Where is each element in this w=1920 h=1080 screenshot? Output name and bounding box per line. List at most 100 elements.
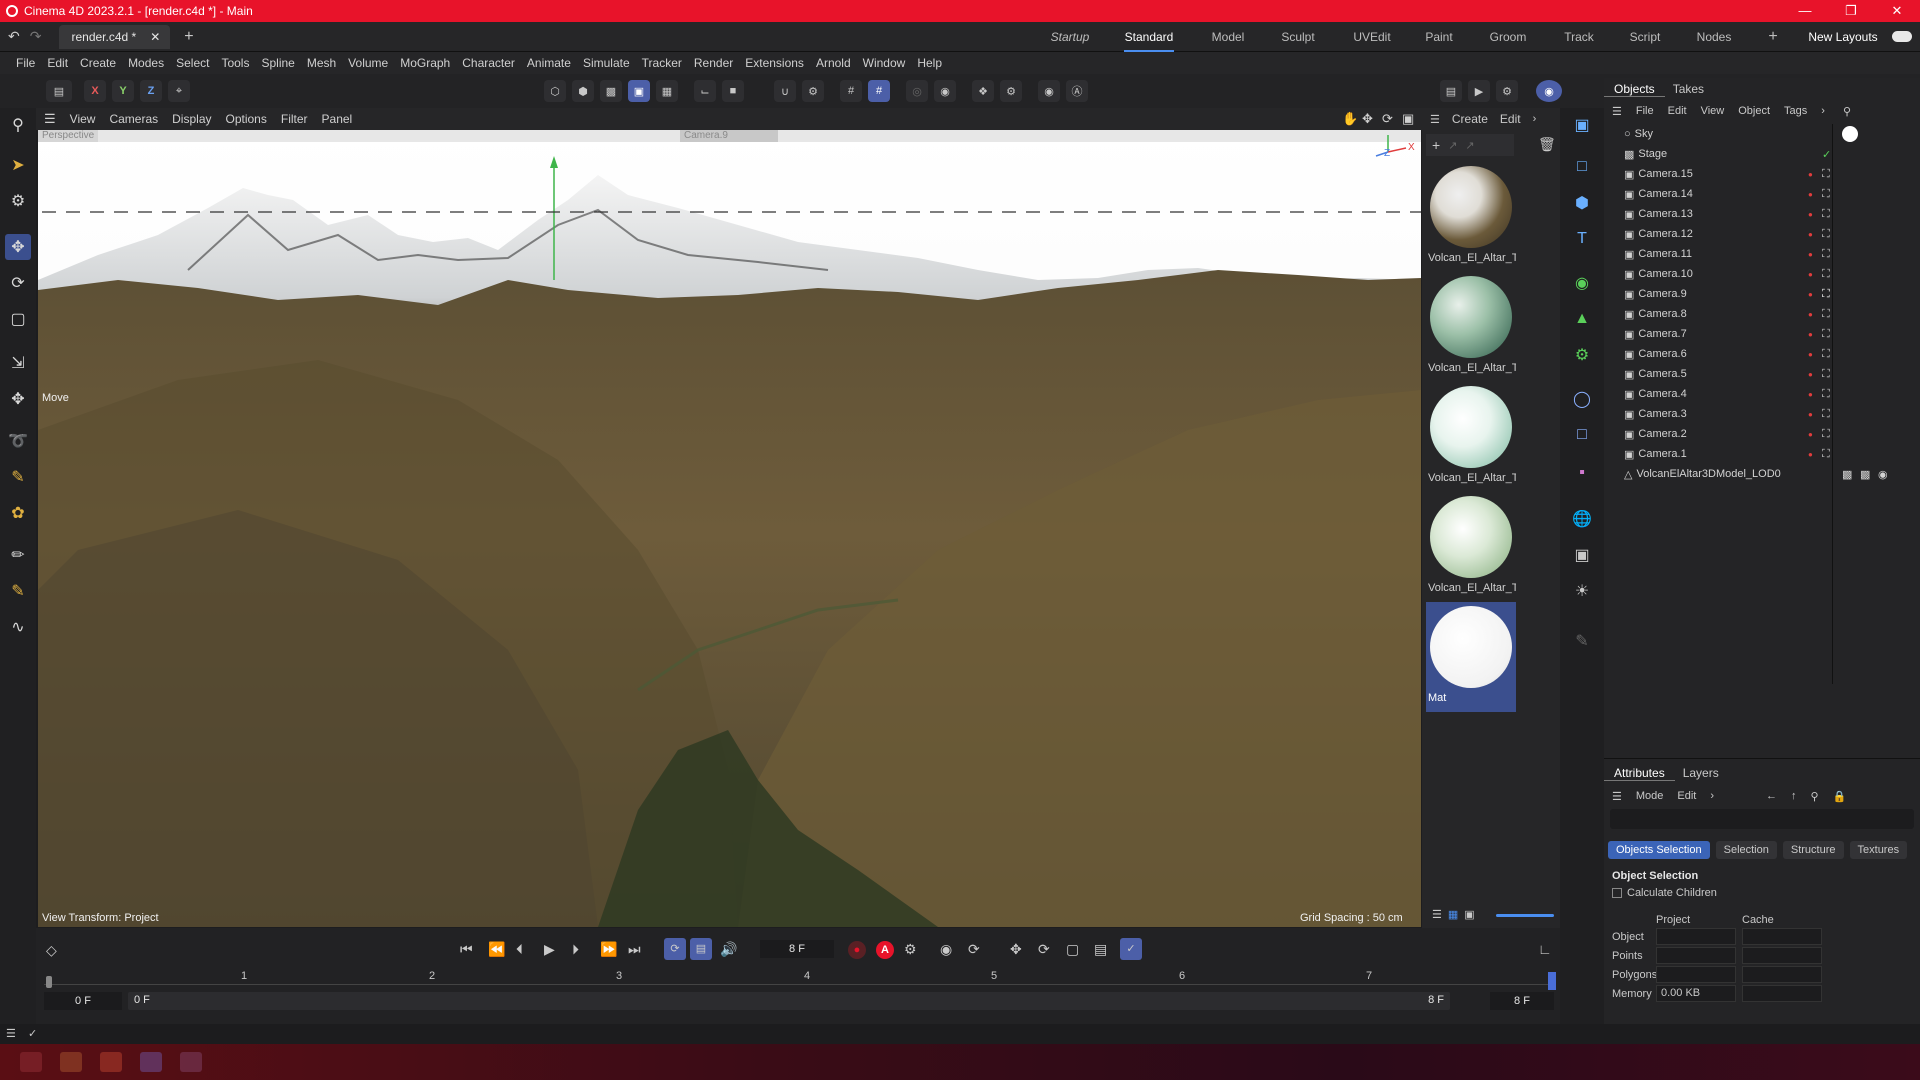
menu-edit[interactable]: Edit bbox=[41, 56, 74, 70]
tag-icon[interactable]: ✎ bbox=[1569, 628, 1595, 654]
grid-icon[interactable]: # bbox=[840, 80, 862, 102]
more-menu-icon[interactable]: › bbox=[1821, 105, 1825, 117]
visibility-dots-icon[interactable]: ● bbox=[1808, 330, 1813, 339]
rotate-tool-icon[interactable]: ⟳ bbox=[5, 270, 31, 296]
camera-target-icon[interactable]: ⛶ bbox=[1822, 368, 1830, 381]
menu-create[interactable]: Create bbox=[74, 56, 122, 70]
camera-target-icon[interactable]: ⛶ bbox=[1822, 228, 1830, 241]
material-menu-edit[interactable]: Edit bbox=[1500, 112, 1521, 126]
sky-tag-icon[interactable] bbox=[1842, 126, 1858, 142]
material-swatch-selected[interactable]: Mat bbox=[1426, 602, 1516, 712]
grid-view-icon[interactable]: ▦ bbox=[1448, 908, 1458, 921]
more-menu-icon[interactable]: › bbox=[1533, 113, 1537, 125]
tab-objects[interactable]: Objects bbox=[1604, 82, 1665, 97]
camera-target-icon[interactable]: ⛶ bbox=[1822, 188, 1830, 201]
menu-volume[interactable]: Volume bbox=[342, 56, 394, 70]
thumbnail-size-slider[interactable] bbox=[1496, 914, 1554, 917]
timeline-ruler[interactable]: 1 2 3 4 5 6 7 bbox=[44, 970, 1556, 994]
spline-tool-icon[interactable]: ∿ bbox=[5, 614, 31, 640]
layout-sculpt[interactable]: Sculpt bbox=[1280, 22, 1316, 52]
render-view-button[interactable]: ▤ bbox=[1440, 80, 1462, 102]
tab-attributes[interactable]: Attributes bbox=[1604, 766, 1675, 781]
subtab-textures[interactable]: Textures bbox=[1849, 841, 1908, 859]
render-settings-button[interactable]: ⚙ bbox=[1496, 80, 1518, 102]
material-menu-icon[interactable]: ☰ bbox=[1430, 113, 1440, 126]
redo-icon[interactable]: ↷ bbox=[30, 28, 42, 45]
object-row[interactable]: ▣ Camera.14 ● ⛶ bbox=[1604, 184, 1920, 204]
visibility-dots-icon[interactable]: ● bbox=[1808, 230, 1813, 239]
camera-target-icon[interactable]: ⛶ bbox=[1822, 168, 1830, 181]
object-menu-icon[interactable]: ☰ bbox=[1612, 105, 1622, 118]
object-row[interactable]: ▣ Camera.13 ● ⛶ bbox=[1604, 204, 1920, 224]
text-icon[interactable]: T bbox=[1569, 226, 1595, 252]
object-menu-view[interactable]: View bbox=[1701, 105, 1725, 117]
spline-icon[interactable]: ▪ bbox=[1569, 460, 1595, 486]
key-position-icon[interactable]: ✥ bbox=[1010, 941, 1022, 958]
subtab-objects-selection[interactable]: Objects Selection bbox=[1608, 841, 1710, 859]
mograph-icon[interactable]: ▲ bbox=[1569, 306, 1595, 332]
keyframe-icon[interactable]: ◇ bbox=[46, 942, 57, 959]
menu-help[interactable]: Help bbox=[911, 56, 948, 70]
camera-icon[interactable]: ▣ bbox=[1569, 542, 1595, 568]
menu-render[interactable]: Render bbox=[688, 56, 739, 70]
document-tab[interactable]: render.c4d * ✕ bbox=[59, 24, 171, 49]
snap-settings-icon[interactable]: ⚙ bbox=[802, 80, 824, 102]
camera-target-icon[interactable]: ⛶ bbox=[1822, 328, 1830, 341]
layout-track[interactable]: Track bbox=[1564, 22, 1594, 52]
camera-view-icon[interactable]: ▣ bbox=[1569, 112, 1595, 138]
material-swatch[interactable]: Volcan_El_Altar_Te bbox=[1426, 382, 1516, 492]
deformer-icon[interactable]: ⚙ bbox=[1569, 342, 1595, 368]
dolly-view-icon[interactable]: ✥ bbox=[1362, 111, 1373, 127]
cube-icon[interactable]: □ bbox=[1569, 154, 1595, 180]
camera-target-icon[interactable]: ⛶ bbox=[1822, 308, 1830, 321]
restore-icon[interactable]: ❐ bbox=[1828, 0, 1874, 22]
link-material-icon[interactable]: ↗ bbox=[1465, 139, 1474, 152]
prev-frame-icon[interactable]: ⏴ bbox=[516, 941, 523, 958]
menu-file[interactable]: File bbox=[10, 56, 41, 70]
taskbar-app-icon[interactable] bbox=[20, 1052, 42, 1072]
knife-tool-icon[interactable]: ✎ bbox=[5, 578, 31, 604]
lock-z-button[interactable]: Z bbox=[140, 80, 162, 102]
key-pla-icon[interactable]: ✓ bbox=[1120, 938, 1142, 960]
key-param-icon[interactable]: ▤ bbox=[1094, 941, 1107, 958]
camera-target-icon[interactable]: ⛶ bbox=[1822, 268, 1830, 281]
object-row[interactable]: ▣ Camera.6 ● ⛶ bbox=[1604, 344, 1920, 364]
key-settings-icon[interactable]: ⚙ bbox=[904, 941, 917, 958]
texture-tag-icon[interactable]: ▩ bbox=[1860, 468, 1870, 481]
menu-select[interactable]: Select bbox=[170, 56, 215, 70]
menu-mesh[interactable]: Mesh bbox=[301, 56, 342, 70]
visibility-dots-icon[interactable]: ● bbox=[1808, 350, 1813, 359]
tab-takes[interactable]: Takes bbox=[1665, 82, 1712, 96]
select-tool-icon[interactable]: ➤ bbox=[5, 152, 31, 178]
visibility-dots-icon[interactable]: ● bbox=[1808, 210, 1813, 219]
layout-toggle[interactable] bbox=[1892, 31, 1912, 42]
close-tab-icon[interactable]: ✕ bbox=[150, 25, 160, 49]
lock-y-button[interactable]: Y bbox=[112, 80, 134, 102]
object-row[interactable]: ▣ Camera.12 ● ⛶ bbox=[1604, 224, 1920, 244]
object-row[interactable]: ▣ Camera.4 ● ⛶ bbox=[1604, 384, 1920, 404]
large-view-icon[interactable]: ▣ bbox=[1464, 908, 1474, 921]
menu-character[interactable]: Character bbox=[456, 56, 521, 70]
snap-icon[interactable]: ∪ bbox=[774, 80, 796, 102]
coordinate-system-icon[interactable]: ⌖ bbox=[168, 80, 190, 102]
axis-mode-icon[interactable]: ⌙ bbox=[694, 80, 716, 102]
object-row[interactable]: ▣ Camera.15 ● ⛶ bbox=[1604, 164, 1920, 184]
pen-tool-icon[interactable]: ✏ bbox=[5, 542, 31, 568]
render-region-icon[interactable]: ◎ bbox=[906, 80, 928, 102]
layout-startup[interactable]: Startup bbox=[1050, 22, 1090, 52]
menu-tracker[interactable]: Tracker bbox=[636, 56, 688, 70]
menu-mograph[interactable]: MoGraph bbox=[394, 56, 456, 70]
camera-target-icon[interactable]: ⛶ bbox=[1822, 408, 1830, 421]
new-tab-icon[interactable]: + bbox=[184, 28, 193, 46]
material-swatch[interactable]: Volcan_El_Altar_Te bbox=[1426, 492, 1516, 602]
viewport-visibility-icon[interactable]: ◉ bbox=[1038, 80, 1060, 102]
layout-paint[interactable]: Paint bbox=[1424, 22, 1454, 52]
menu-arnold[interactable]: Arnold bbox=[810, 56, 857, 70]
search-icon[interactable]: ⚲ bbox=[5, 112, 31, 138]
add-material-icon[interactable]: + bbox=[1432, 137, 1440, 153]
taskbar-app-icon[interactable] bbox=[60, 1052, 82, 1072]
object-menu-tags[interactable]: Tags bbox=[1784, 105, 1807, 117]
visibility-dots-icon[interactable]: ● bbox=[1808, 390, 1813, 399]
brush-tool-icon[interactable]: ✎ bbox=[5, 464, 31, 490]
attribute-menu-mode[interactable]: Mode bbox=[1636, 790, 1664, 802]
